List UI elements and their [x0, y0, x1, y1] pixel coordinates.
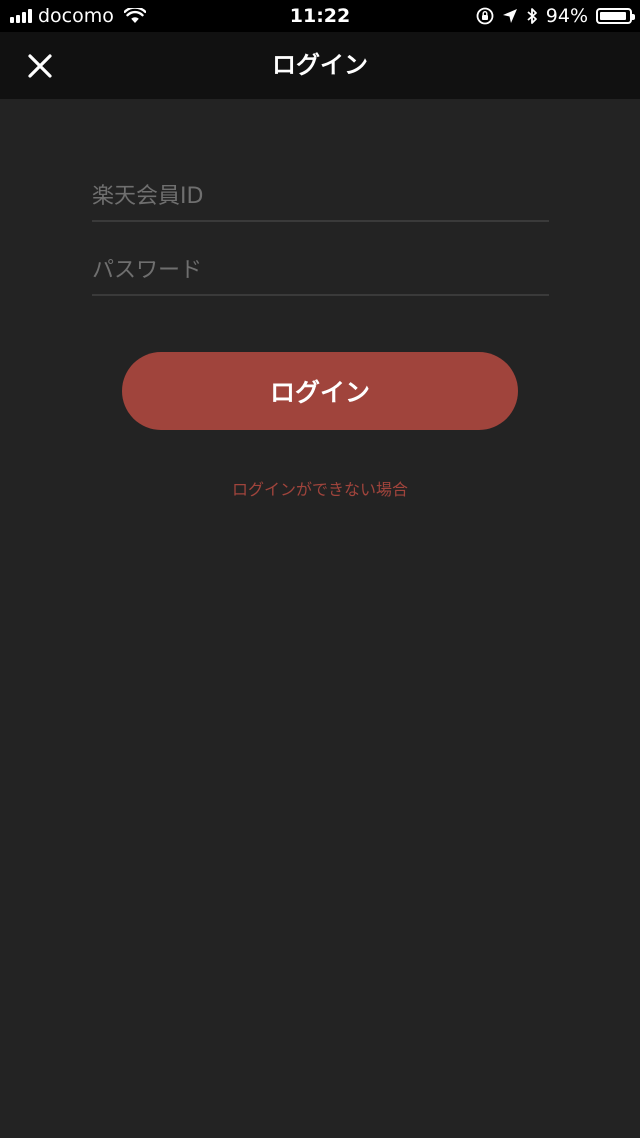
battery-level-fill — [600, 12, 627, 20]
password-input[interactable] — [92, 246, 549, 294]
member-id-field — [92, 172, 549, 222]
bluetooth-icon — [527, 8, 537, 24]
battery-icon — [596, 8, 635, 24]
password-field — [92, 246, 549, 296]
orientation-lock-icon — [476, 7, 494, 25]
login-help-link[interactable]: ログインができない場合 — [0, 476, 640, 500]
battery-tip — [632, 14, 635, 20]
battery-percent: 94% — [545, 5, 588, 27]
login-button[interactable]: ログイン — [122, 352, 518, 430]
nav-bar: ログイン — [0, 32, 640, 99]
status-bar: docomo 11:22 94% — [0, 0, 640, 32]
close-icon — [28, 54, 52, 78]
close-button[interactable] — [18, 44, 62, 88]
member-id-input[interactable] — [92, 172, 549, 220]
location-icon — [502, 9, 517, 23]
status-bar-right: 94% — [476, 0, 635, 32]
page-title: ログイン — [272, 51, 368, 79]
